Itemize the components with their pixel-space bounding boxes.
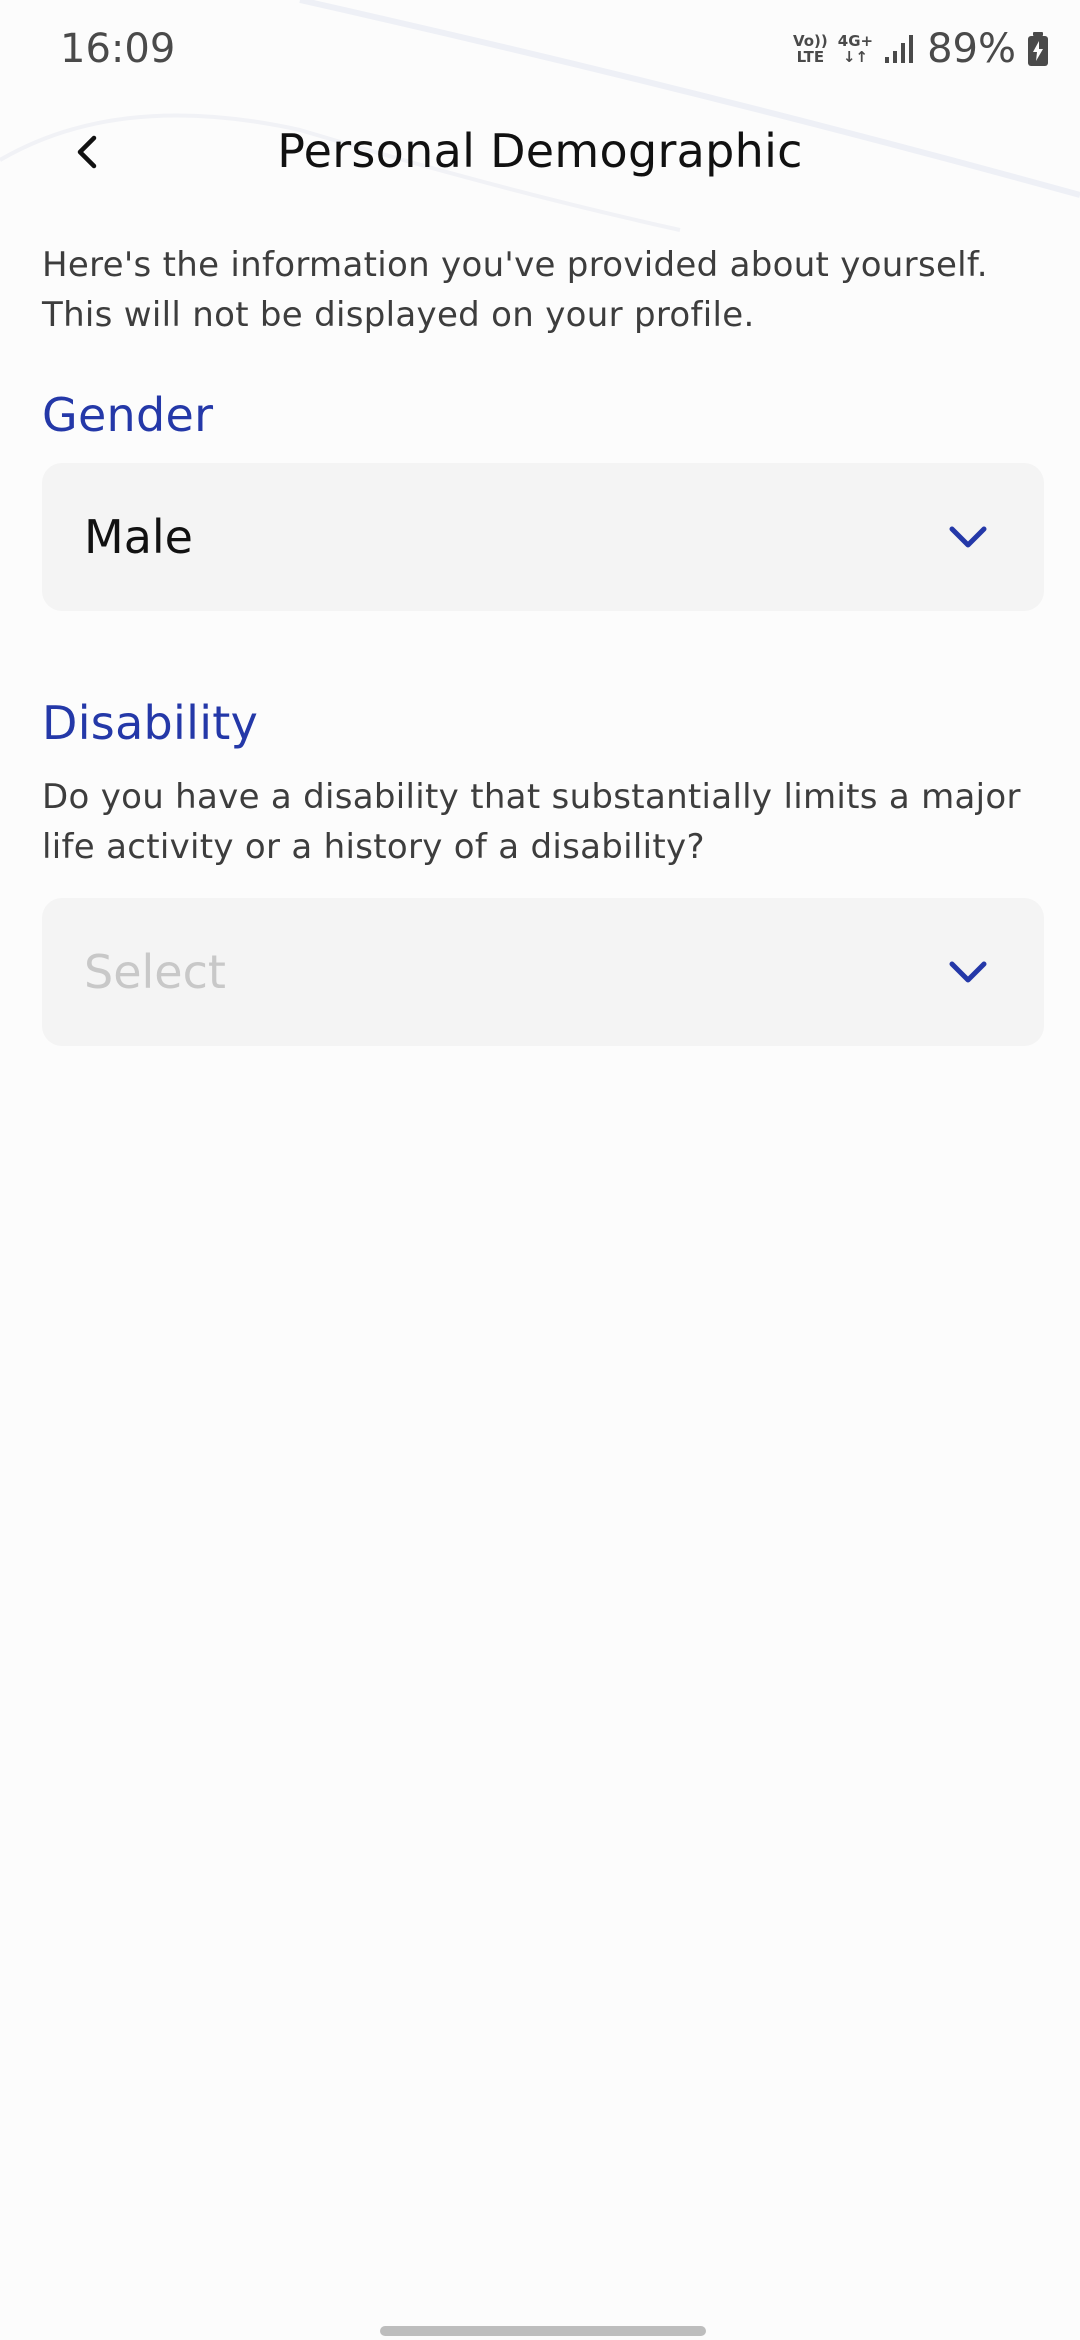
- network-type-label: 4G+: [837, 32, 874, 50]
- volte-bottom-label: LTE: [796, 48, 825, 66]
- disability-label: Disability: [42, 696, 259, 750]
- volte-top-label: Vo)): [792, 32, 828, 50]
- gender-select[interactable]: Male: [42, 463, 1044, 611]
- network-activity-label: ↓↑: [842, 48, 868, 66]
- home-indicator[interactable]: [380, 2326, 706, 2336]
- gender-label: Gender: [42, 388, 214, 442]
- battery-percentage: 89%: [927, 26, 1016, 72]
- chevron-down-icon: [949, 526, 987, 548]
- signal-bars-icon: [885, 35, 914, 63]
- battery-charging-icon: [1028, 32, 1048, 66]
- volte-indicator: Vo)) LTE: [793, 33, 828, 65]
- status-icons: Vo)) LTE 4G+ ↓↑ 89%: [793, 26, 1050, 72]
- network-indicator: 4G+ ↓↑: [838, 33, 873, 65]
- status-bar: 16:09 Vo)) LTE 4G+ ↓↑ 89%: [0, 0, 1080, 100]
- chevron-down-icon: [949, 961, 987, 983]
- intro-text: Here's the information you've provided a…: [42, 245, 988, 335]
- disability-select[interactable]: Select: [42, 898, 1044, 1046]
- status-time: 16:09: [60, 26, 176, 72]
- disability-placeholder: Select: [84, 945, 226, 999]
- gender-selected-value: Male: [84, 510, 193, 564]
- app-header: Personal Demographic: [0, 110, 1080, 194]
- page-title: Personal Demographic: [277, 124, 803, 178]
- disability-question: Do you have a disability that substantia…: [42, 777, 1021, 867]
